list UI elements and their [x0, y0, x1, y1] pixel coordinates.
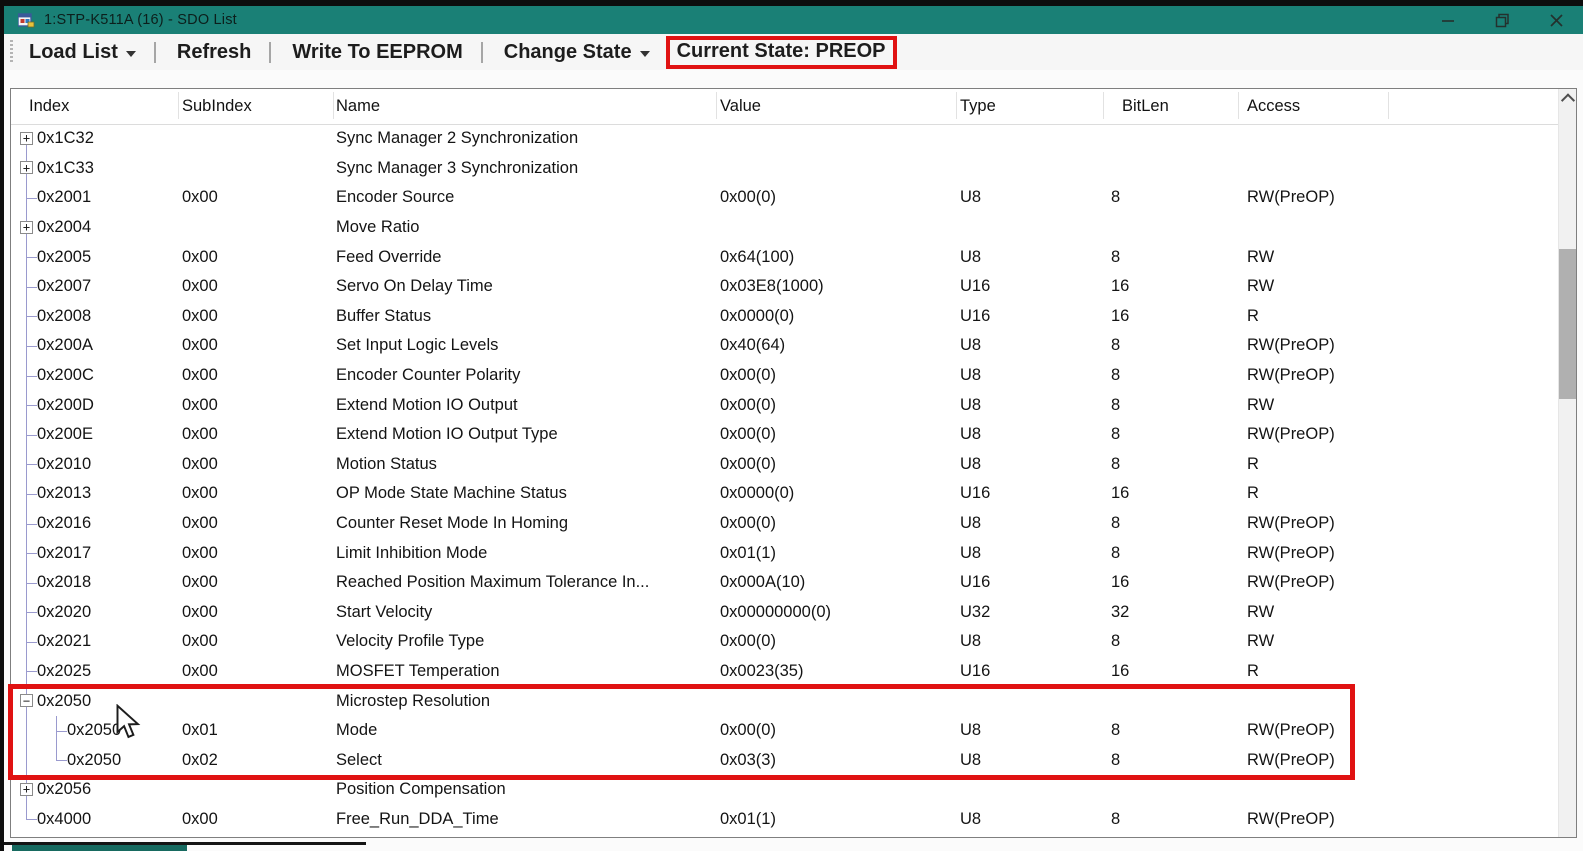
background-window-fragment: [12, 845, 187, 851]
tree-node-connector: [56, 760, 67, 762]
table-row[interactable]: 0x2050 0x01 Mode 0x00(0) U8 8 RW(PreOP): [11, 715, 1558, 746]
minimize-button[interactable]: [1421, 6, 1475, 34]
table-row[interactable]: + 0x1C32 Sync Manager 2 Synchronization: [11, 124, 1558, 154]
tree-node-connector: [26, 405, 37, 407]
tree-node-connector: [26, 641, 37, 643]
refresh-label: Refresh: [176, 40, 252, 63]
column-header-name[interactable]: Name: [334, 89, 717, 124]
tree-node-connector: [26, 671, 37, 673]
table-row[interactable]: + 0x1C33 Sync Manager 3 Synchronization: [11, 154, 1558, 184]
current-state-label: Current State: PREOP: [676, 39, 886, 62]
expand-collapse-icon[interactable]: +: [20, 220, 33, 234]
column-header-value[interactable]: Value: [717, 89, 957, 124]
column-header-index[interactable]: Index: [11, 89, 179, 124]
expand-collapse-icon[interactable]: +: [20, 782, 33, 796]
toolbar-grip-handle[interactable]: [10, 40, 13, 64]
tree-node-connector: [26, 345, 37, 347]
table-row[interactable]: 0x2001 0x00 Encoder Source 0x00(0) U8 8 …: [11, 183, 1558, 213]
app-window: 1:STP-K511A (16) - SDO List Load List Re…: [0, 0, 1583, 851]
close-button[interactable]: [1529, 6, 1583, 34]
table-row[interactable]: + 0x2056 Position Compensation: [11, 775, 1558, 805]
app-icon: [17, 12, 35, 28]
tree-node-connector: [26, 553, 37, 555]
chevron-up-icon: [1560, 92, 1575, 107]
tree-node-connector: [26, 197, 37, 199]
sdo-list-table: Index SubIndex Name Value Type BitLen Ac…: [10, 88, 1577, 838]
toolbar: Load List Refresh Write To EEPROM Change…: [4, 34, 1583, 70]
table-row[interactable]: 0x200C 0x00 Encoder Counter Polarity 0x0…: [11, 361, 1558, 391]
table-row[interactable]: 0x2008 0x00 Buffer Status 0x0000(0) U16 …: [11, 302, 1558, 332]
table-row[interactable]: − 0x2050 Microstep Resolution: [11, 686, 1558, 716]
caret-down-icon: [639, 50, 650, 57]
tree-child-line: [56, 745, 57, 761]
table-row[interactable]: 0x2005 0x00 Feed Override 0x64(100) U8 8…: [11, 242, 1558, 272]
current-state-highlight-box: Current State: PREOP: [665, 35, 897, 69]
tree-node-connector: [26, 582, 37, 584]
load-list-label: Load List: [29, 40, 118, 63]
tree-node-connector: [26, 612, 37, 614]
toolbar-separator: [480, 41, 483, 63]
write-eeprom-label: Write To EEPROM: [292, 40, 463, 63]
window-title: 1:STP-K511A (16) - SDO List: [44, 12, 237, 28]
tree-node-connector: [26, 819, 37, 821]
change-state-button[interactable]: Change State: [498, 39, 656, 66]
table-row[interactable]: 0x2020 0x00 Start Velocity 0x00000000(0)…: [11, 598, 1558, 628]
table-row[interactable]: 0x2050 0x02 Select 0x03(3) U8 8 RW(PreOP…: [11, 745, 1558, 775]
write-eeprom-button[interactable]: Write To EEPROM: [286, 39, 468, 66]
expand-collapse-icon[interactable]: +: [20, 161, 33, 175]
tree-node-connector: [26, 286, 37, 288]
column-header-subindex[interactable]: SubIndex: [179, 89, 334, 124]
column-header-empty: [1389, 89, 1576, 124]
tree-node-connector: [26, 523, 37, 525]
load-list-button[interactable]: Load List: [23, 39, 142, 66]
table-row[interactable]: 0x2017 0x00 Limit Inhibition Mode 0x01(1…: [11, 538, 1558, 568]
table-row[interactable]: 0x2016 0x00 Counter Reset Mode In Homing…: [11, 509, 1558, 539]
caret-down-icon: [125, 50, 136, 57]
scrollbar-thumb[interactable]: [1559, 249, 1576, 399]
window-left-border: [0, 0, 4, 851]
table-row[interactable]: 0x2010 0x00 Motion Status 0x00(0) U8 8 R: [11, 450, 1558, 480]
column-header-type[interactable]: Type: [957, 89, 1104, 124]
table-body: + 0x1C32 Sync Manager 2 Synchronization …: [11, 124, 1558, 837]
table-row[interactable]: + 0x2004 Move Ratio: [11, 213, 1558, 243]
toolbar-separator: [153, 41, 156, 63]
table-row[interactable]: 0x200A 0x00 Set Input Logic Levels 0x40(…: [11, 331, 1558, 361]
change-state-label: Change State: [503, 40, 632, 63]
table-row[interactable]: 0x4000 0x00 Free_Run_DDA_Time 0x01(1) U8…: [11, 805, 1558, 835]
table-row[interactable]: 0x200E 0x00 Extend Motion IO Output Type…: [11, 420, 1558, 450]
restore-button[interactable]: [1475, 6, 1529, 34]
expand-collapse-icon[interactable]: −: [20, 694, 33, 708]
tree-node-connector: [26, 493, 37, 495]
table-row[interactable]: 0x2021 0x00 Velocity Profile Type 0x00(0…: [11, 627, 1558, 657]
table-row[interactable]: 0x2018 0x00 Reached Position Maximum Tol…: [11, 568, 1558, 598]
tree-node-connector: [26, 257, 37, 259]
toolbar-separator: [269, 41, 272, 63]
title-bar: 1:STP-K511A (16) - SDO List: [4, 6, 1583, 34]
tree-node-connector: [26, 375, 37, 377]
tree-node-connector: [26, 316, 37, 318]
vertical-scrollbar[interactable]: [1558, 89, 1576, 837]
column-header-bitlen[interactable]: BitLen: [1104, 89, 1239, 124]
table-row[interactable]: 0x2025 0x00 MOSFET Temperation 0x0023(35…: [11, 657, 1558, 687]
tree-node-connector: [26, 434, 37, 436]
refresh-button[interactable]: Refresh: [171, 39, 257, 66]
window-controls: [1421, 6, 1583, 34]
tree-node-connector: [56, 730, 67, 732]
expand-collapse-icon[interactable]: +: [20, 131, 33, 145]
column-header-access[interactable]: Access: [1239, 89, 1389, 124]
tree-node-connector: [26, 464, 37, 466]
table-row[interactable]: 0x2013 0x00 OP Mode State Machine Status…: [11, 479, 1558, 509]
table-row[interactable]: 0x200D 0x00 Extend Motion IO Output 0x00…: [11, 390, 1558, 420]
table-header: Index SubIndex Name Value Type BitLen Ac…: [11, 89, 1576, 125]
scrollbar-up-button[interactable]: [1559, 89, 1576, 108]
table-row[interactable]: 0x2007 0x00 Servo On Delay Time 0x03E8(1…: [11, 272, 1558, 302]
